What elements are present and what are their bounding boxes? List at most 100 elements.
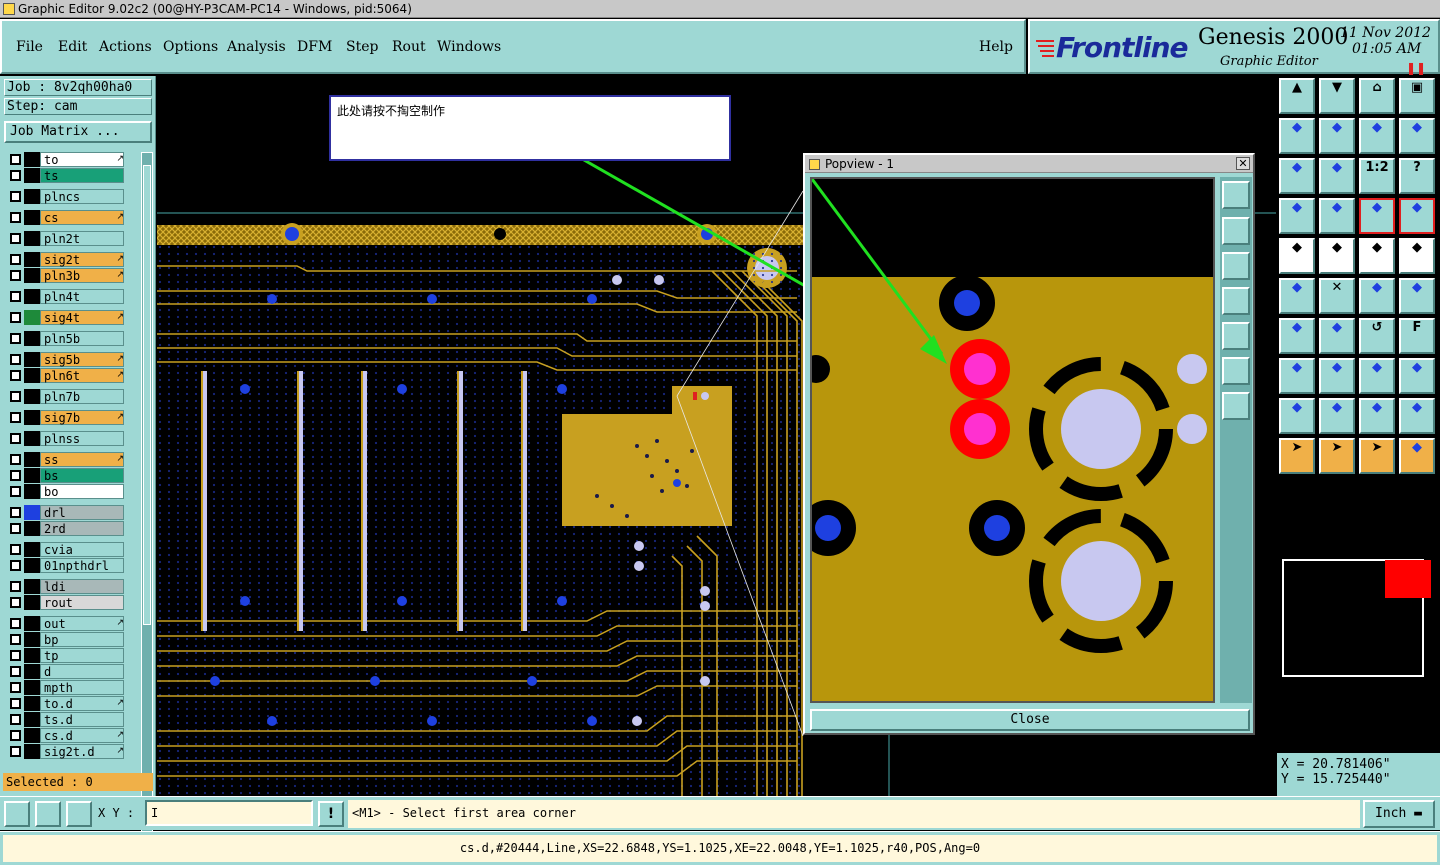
layer-name[interactable]: plncs [40, 189, 124, 204]
grid-button[interactable]: ◆ [1319, 198, 1355, 234]
nudge-button[interactable]: ◆ [1279, 358, 1315, 394]
layer-name[interactable]: sig5b [40, 352, 124, 367]
layer-name[interactable]: bo [40, 484, 124, 499]
layer-checkbox[interactable] [10, 618, 21, 629]
zoom-area-button[interactable] [4, 801, 30, 827]
layer-checkbox[interactable] [10, 714, 21, 725]
layer-checkbox[interactable] [10, 312, 21, 323]
select-arrow-button[interactable]: ➤ [1279, 438, 1315, 474]
unit-selector[interactable]: Inch ▬ [1363, 800, 1435, 828]
layer-checkbox[interactable] [10, 433, 21, 444]
layer-row-ts-d[interactable]: ts.d [6, 712, 128, 727]
menu-options[interactable]: Options [163, 39, 218, 55]
layer-name[interactable]: 2rd [40, 521, 124, 536]
menu-step[interactable]: Step [346, 39, 378, 55]
menu-edit[interactable]: Edit [58, 39, 87, 55]
mirror-button[interactable]: ◆ [1359, 398, 1395, 434]
layer-checkbox[interactable] [10, 154, 21, 165]
popview-titlebar[interactable]: Popview - 1 ✕ [805, 155, 1253, 173]
layer-checkbox[interactable] [10, 682, 21, 693]
layer-name[interactable]: drl [40, 505, 124, 520]
layer-row-tp[interactable]: tp [6, 648, 128, 663]
popview-tool-4[interactable] [1222, 287, 1250, 315]
menu-windows[interactable]: Windows [437, 39, 501, 55]
select-box-button[interactable]: ➤ [1319, 438, 1355, 474]
layer-row-2rd[interactable]: 2rd [6, 521, 128, 536]
layer-colors-button[interactable]: ◆ [1399, 198, 1435, 234]
layer-checkbox[interactable] [10, 454, 21, 465]
save-button[interactable]: ▼ [1319, 78, 1355, 114]
layer-name[interactable]: sig7b [40, 410, 124, 425]
layer-row-ss[interactable]: ss ↗ [6, 452, 128, 467]
layer-name[interactable]: to.d [40, 696, 124, 711]
zoom-fit-button[interactable]: ◆ [1279, 158, 1315, 194]
layer-checkbox[interactable] [10, 523, 21, 534]
layer-name[interactable]: rout [40, 595, 124, 610]
group-button[interactable]: ◆ [1399, 358, 1435, 394]
move-button[interactable]: ◆ [1359, 278, 1395, 314]
layer-checkbox[interactable] [10, 544, 21, 555]
layer-row-sig2t[interactable]: sig2t ↗ [6, 252, 128, 267]
scale-1-2-button[interactable]: 1:2 [1359, 158, 1395, 194]
layer-row-plnss[interactable]: plnss [6, 431, 128, 446]
layer-name[interactable]: tp [40, 648, 124, 663]
layer-row-ts[interactable]: ts [6, 168, 128, 183]
layer-checkbox[interactable] [10, 391, 21, 402]
copy-button[interactable]: ◆ [1399, 278, 1435, 314]
zoom-center-button[interactable]: ◆ [1319, 158, 1355, 194]
ruler-button[interactable]: ◆ [1359, 238, 1395, 274]
layer-row-pln4t[interactable]: pln4t [6, 289, 128, 304]
layer-row-sig5b[interactable]: sig5b ↗ [6, 352, 128, 367]
select-circle-button[interactable]: ◆ [1399, 238, 1435, 274]
layer-row-pln5b[interactable]: pln5b [6, 331, 128, 346]
menu-file[interactable]: File [16, 39, 43, 55]
layer-name[interactable]: out [40, 616, 124, 631]
layer-name[interactable]: cvia [40, 542, 124, 557]
pan-right-button[interactable]: ◆ [1319, 118, 1355, 154]
layer-row-sig7b[interactable]: sig7b ↗ [6, 410, 128, 425]
help-button[interactable]: ? [1399, 158, 1435, 194]
layer-row-bp[interactable]: bp [6, 632, 128, 647]
layer-row-cs[interactable]: cs ↗ [6, 210, 128, 225]
popview-tool-3[interactable] [1222, 252, 1250, 280]
layer-checkbox[interactable] [10, 212, 21, 223]
layer-name[interactable]: 01npthdrl [40, 558, 124, 573]
layer-row-mpth[interactable]: mpth [6, 680, 128, 695]
grid-button[interactable] [66, 801, 92, 827]
alert-button[interactable]: ! [318, 801, 344, 827]
layer-name[interactable]: pln7b [40, 389, 124, 404]
menu-help[interactable]: Help [979, 39, 1013, 55]
popview-tool-5[interactable] [1222, 322, 1250, 350]
layer-name[interactable]: pln3b [40, 268, 124, 283]
scrollbar-thumb[interactable] [143, 165, 151, 625]
measure-button[interactable]: ◆ [1359, 358, 1395, 394]
layer-checkbox[interactable] [10, 254, 21, 265]
layer-name[interactable]: ts.d [40, 712, 124, 727]
select-cursor-button[interactable]: ➤ [1359, 438, 1395, 474]
pan-left-button[interactable]: ◆ [1279, 118, 1315, 154]
layer-name[interactable]: to [40, 152, 124, 167]
layer-row-pln7b[interactable]: pln7b [6, 389, 128, 404]
popview-tool-2[interactable] [1222, 217, 1250, 245]
layer-row-d[interactable]: d [6, 664, 128, 679]
select-net-button[interactable]: ◆ [1399, 438, 1435, 474]
popview-close-x-button[interactable]: ✕ [1236, 157, 1250, 170]
layer-checkbox[interactable] [10, 507, 21, 518]
drawing-button[interactable]: ◆ [1319, 238, 1355, 274]
layer-checkbox[interactable] [10, 233, 21, 244]
window-button[interactable]: ▣ [1399, 78, 1435, 114]
layer-row-cvia[interactable]: cvia [6, 542, 128, 557]
popview-canvas[interactable] [810, 177, 1215, 703]
layer-name[interactable]: bp [40, 632, 124, 647]
layer-row-sig2t-d[interactable]: sig2t.d ↗ [6, 744, 128, 759]
menu-rout[interactable]: Rout [392, 39, 426, 55]
delete-button[interactable]: ✕ [1319, 278, 1355, 314]
xy-input[interactable]: I [145, 800, 313, 826]
triangle-button[interactable]: ◆ [1279, 398, 1315, 434]
menu-actions[interactable]: Actions [99, 39, 152, 55]
layer-name[interactable]: plnss [40, 431, 124, 446]
rotate-button[interactable]: ◆ [1399, 398, 1435, 434]
slope-button[interactable]: ◆ [1279, 318, 1315, 354]
layer-checkbox[interactable] [10, 291, 21, 302]
layer-checkbox[interactable] [10, 486, 21, 497]
